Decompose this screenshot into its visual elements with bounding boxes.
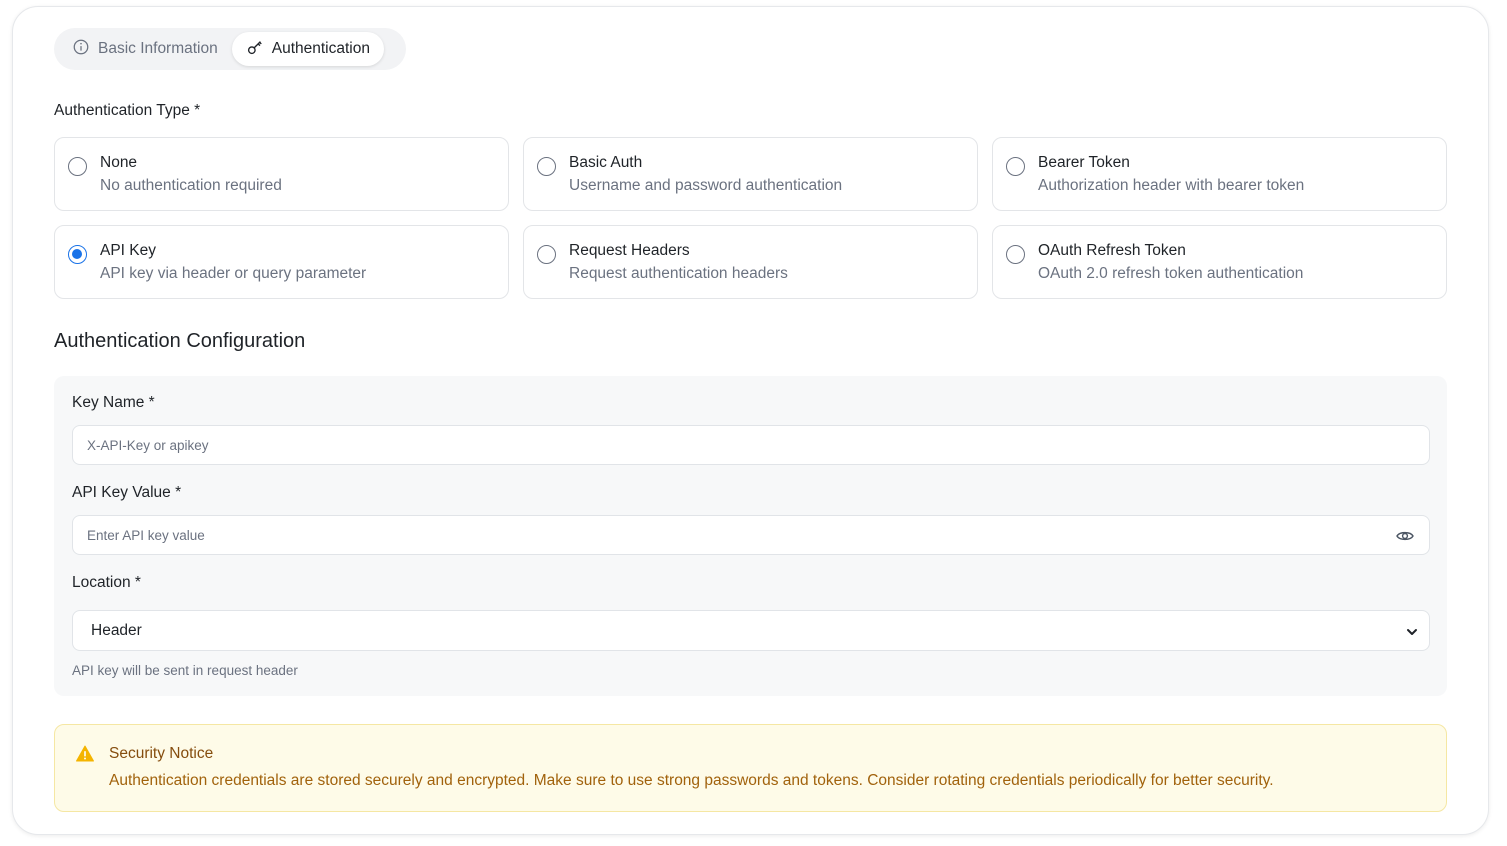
info-icon: [72, 38, 90, 61]
auth-option-description: Username and password authentication: [569, 177, 843, 194]
security-notice-text: Authentication credentials are stored se…: [109, 772, 1274, 789]
key-icon: [246, 38, 264, 61]
tab-basic-information[interactable]: Basic Information: [58, 32, 232, 66]
auth-option-title: API Key: [100, 242, 156, 259]
location-help-text: API key will be sent in request header: [72, 663, 298, 678]
auth-config-panel: Key Name * API Key Value * Location * He…: [54, 376, 1447, 696]
auth-option-description: API key via header or query parameter: [100, 265, 367, 282]
location-selected-value: Header: [91, 621, 142, 639]
tab-bar: Basic Information Authentication: [54, 28, 406, 70]
location-select[interactable]: Header: [72, 610, 1430, 651]
eye-icon[interactable]: [1395, 526, 1415, 546]
auth-option-title: Request Headers: [569, 242, 690, 259]
warning-icon: [75, 744, 95, 764]
auth-option-description: Request authentication headers: [569, 265, 788, 282]
key-name-label: Key Name *: [72, 394, 155, 411]
radio-none[interactable]: [68, 157, 87, 176]
radio-request-headers[interactable]: [537, 245, 556, 264]
location-label: Location *: [72, 574, 141, 591]
auth-option-request-headers[interactable]: Request Headers Request authentication h…: [523, 225, 978, 299]
radio-bearer-token[interactable]: [1006, 157, 1025, 176]
auth-option-title: OAuth Refresh Token: [1038, 242, 1186, 259]
api-key-value-label: API Key Value *: [72, 484, 182, 501]
tab-basic-information-label: Basic Information: [98, 40, 218, 57]
auth-option-description: OAuth 2.0 refresh token authentication: [1038, 265, 1304, 282]
auth-option-oauth-refresh-token[interactable]: OAuth Refresh Token OAuth 2.0 refresh to…: [992, 225, 1447, 299]
radio-oauth-refresh-token[interactable]: [1006, 245, 1025, 264]
radio-api-key[interactable]: [68, 245, 87, 264]
auth-type-label: Authentication Type *: [54, 102, 201, 119]
auth-option-api-key[interactable]: API Key API key via header or query para…: [54, 225, 509, 299]
auth-option-description: Authorization header with bearer token: [1038, 177, 1305, 194]
security-notice-title: Security Notice: [109, 745, 214, 762]
auth-option-title: Basic Auth: [569, 154, 643, 171]
api-key-value-input[interactable]: [72, 515, 1430, 555]
auth-type-options: None No authentication required Basic Au…: [54, 137, 1447, 299]
security-notice: Security Notice Authentication credentia…: [54, 724, 1447, 812]
tab-authentication[interactable]: Authentication: [231, 32, 384, 66]
auth-option-title: None: [100, 154, 138, 171]
radio-basic-auth[interactable]: [537, 157, 556, 176]
auth-option-title: Bearer Token: [1038, 154, 1130, 171]
auth-option-basic-auth[interactable]: Basic Auth Username and password authent…: [523, 137, 978, 211]
auth-option-bearer-token[interactable]: Bearer Token Authorization header with b…: [992, 137, 1447, 211]
key-name-input[interactable]: [72, 425, 1430, 465]
chevron-down-icon: [1405, 625, 1419, 639]
auth-option-none[interactable]: None No authentication required: [54, 137, 509, 211]
tab-authentication-label: Authentication: [271, 40, 370, 57]
auth-option-description: No authentication required: [100, 177, 282, 194]
auth-config-heading: Authentication Configuration: [54, 330, 306, 352]
